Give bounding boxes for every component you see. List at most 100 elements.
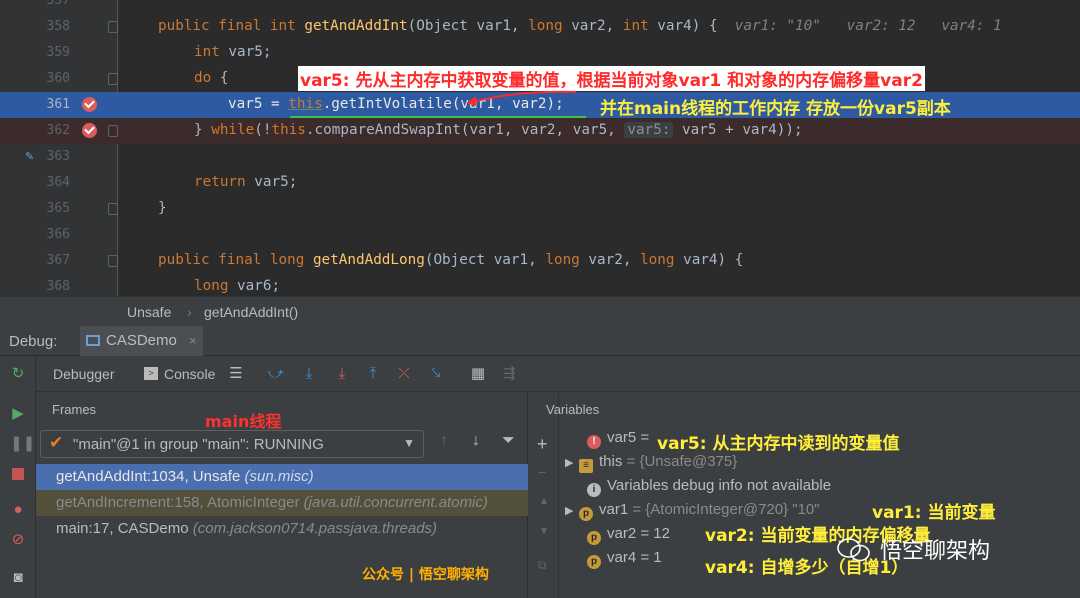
- code-text: public final int getAndAddInt(Object var…: [158, 18, 1002, 34]
- line-number: 367: [46, 253, 70, 268]
- chevron-down-icon: ▼: [403, 436, 415, 450]
- resume-icon[interactable]: ▶: [10, 406, 26, 422]
- annotation-var4: var4: 自增多少（自增1）: [705, 558, 909, 578]
- watermark: 悟空聊架构: [880, 538, 991, 563]
- fold-icon[interactable]: [108, 203, 118, 215]
- parameter-icon: p: [587, 531, 601, 545]
- arrow-down-icon[interactable]: ↓: [472, 432, 480, 450]
- fold-icon[interactable]: [108, 125, 118, 137]
- check-icon: ✔: [49, 433, 64, 452]
- frame-row[interactable]: main:17, CASDemo (com.jackson0714.passja…: [36, 516, 528, 542]
- code-text: do {: [194, 70, 229, 86]
- duplicate-icon[interactable]: ⧉: [538, 558, 547, 573]
- code-text: return var5;: [194, 174, 298, 190]
- filter-icon[interactable]: ⏷: [502, 432, 515, 450]
- annotation-working-copy: 并在main线程的工作内存 存放一份var5副本: [600, 99, 951, 119]
- thread-dropdown[interactable]: ✔ "main"@1 in group "main": RUNNING ▼: [40, 430, 424, 458]
- line-number: 364: [46, 175, 70, 190]
- code-text: long var6;: [194, 278, 281, 294]
- variable-var2[interactable]: p var2 = 12: [587, 522, 670, 546]
- code-line: 357: [0, 0, 1080, 14]
- debug-label: Debug:: [9, 333, 58, 350]
- fold-icon[interactable]: [108, 73, 118, 85]
- close-icon[interactable]: ×: [189, 333, 197, 348]
- code-text: public final long getAndAddLong(Object v…: [158, 252, 744, 268]
- code-line: 358 public final int getAndAddInt(Object…: [0, 14, 1080, 40]
- variables-toolbar: + − ▲ ▼ ⧉: [529, 392, 559, 598]
- pause-icon[interactable]: ❚❚: [10, 436, 35, 452]
- info-icon: i: [587, 483, 601, 497]
- code-line: 364 return var5;: [0, 170, 1080, 196]
- evaluate-expression-icon[interactable]: ▦: [468, 364, 488, 384]
- breakpoint-icon[interactable]: [82, 123, 97, 138]
- footer-annotation: 公众号 | 悟空聊架构: [362, 567, 489, 583]
- add-watch-icon[interactable]: +: [537, 434, 548, 455]
- line-number: 363: [46, 149, 70, 164]
- thread-label: "main"@1 in group "main": RUNNING: [73, 436, 324, 453]
- wechat-icon: [837, 538, 870, 562]
- remove-watch-icon[interactable]: −: [538, 464, 546, 480]
- breakpoint-line: 362 } while(!this.compareAndSwapInt(var1…: [0, 118, 1080, 144]
- line-number: 358: [46, 19, 70, 34]
- parameter-icon: p: [579, 507, 593, 521]
- variable-var1[interactable]: ▶ p var1 = {AtomicInteger@720} "10": [565, 498, 820, 522]
- code-line: 368 long var6;: [0, 274, 1080, 296]
- code-line: 363: [0, 144, 1080, 170]
- frame-row[interactable]: getAndAddInt:1034, Unsafe (sun.misc): [36, 464, 528, 490]
- line-number: 360: [46, 71, 70, 86]
- frames-title: Frames: [52, 402, 97, 417]
- tab-session[interactable]: CASDemo ×: [80, 326, 203, 356]
- annotation-var5-source: var5: 先从主内存中获取变量的值，根据当前对象var1 和对象的内存偏移量v…: [298, 66, 925, 91]
- rerun-icon[interactable]: ↻: [10, 366, 26, 382]
- move-up-icon[interactable]: ▲: [539, 496, 549, 507]
- underline-annotation: [290, 116, 586, 118]
- tab-console[interactable]: Console: [164, 366, 215, 382]
- parameter-hint: var5:: [624, 122, 674, 138]
- view-breakpoints-icon[interactable]: ●: [10, 502, 26, 518]
- breadcrumb-class[interactable]: Unsafe: [127, 304, 171, 320]
- stop-icon[interactable]: [10, 468, 26, 484]
- menu-icon[interactable]: ☰: [226, 364, 246, 384]
- expand-icon[interactable]: ▶: [565, 499, 579, 523]
- trace-icon[interactable]: ⇶: [499, 364, 519, 384]
- line-number: 366: [46, 227, 70, 242]
- annotation-main-thread: main线程: [205, 412, 282, 431]
- debug-left-toolbar: ↻ ▶ ❚❚ ● ⊘ ◙: [0, 356, 36, 598]
- annotation-arrow: [466, 90, 577, 106]
- show-execution-point-icon[interactable]: ⤻: [266, 364, 286, 384]
- arrow-up-icon[interactable]: ↑: [440, 432, 448, 450]
- drop-frame-icon[interactable]: ⤫: [394, 364, 414, 384]
- code-text: }: [158, 200, 167, 216]
- error-icon: !: [587, 435, 601, 449]
- tab-debugger[interactable]: Debugger: [53, 366, 115, 382]
- line-number: 365: [46, 201, 70, 216]
- console-icon: >: [144, 367, 158, 380]
- frame-row[interactable]: getAndIncrement:158, AtomicInteger (java…: [36, 490, 528, 516]
- expand-icon[interactable]: ▶: [565, 451, 579, 475]
- fold-icon[interactable]: [108, 21, 118, 33]
- move-down-icon[interactable]: ▼: [539, 526, 549, 537]
- variable-var5[interactable]: ! var5 =: [587, 426, 649, 450]
- step-over-icon[interactable]: ⤓: [299, 364, 319, 384]
- line-number: 361: [46, 97, 70, 112]
- code-line: 367 public final long getAndAddLong(Obje…: [0, 248, 1080, 274]
- breakpoint-icon[interactable]: [82, 97, 97, 112]
- camera-icon[interactable]: ◙: [10, 570, 26, 586]
- code-editor[interactable]: ✎ 357 358 public final int getAndAddInt(…: [0, 0, 1080, 296]
- breadcrumb-method[interactable]: getAndAddInt(): [204, 304, 298, 320]
- force-step-into-icon[interactable]: ⤓: [332, 364, 352, 384]
- fold-icon[interactable]: [108, 255, 118, 267]
- code-text: } while(!this.compareAndSwapInt(var1, va…: [194, 122, 803, 138]
- line-number: 362: [46, 123, 70, 138]
- code-text: int var5;: [194, 44, 272, 60]
- session-label: CASDemo: [106, 332, 177, 349]
- field-icon: ≡: [579, 459, 593, 473]
- variable-info: i Variables debug info not available: [587, 474, 831, 498]
- step-out-icon[interactable]: ⤒: [363, 364, 383, 384]
- annotation-var5: var5: 从主内存中读到的变量值: [657, 434, 900, 454]
- breadcrumb: Unsafe › getAndAddInt(): [0, 296, 1080, 326]
- code-line: 359 int var5;: [0, 40, 1080, 66]
- variable-var4[interactable]: p var4 = 1: [587, 546, 662, 570]
- run-to-cursor-icon[interactable]: ⤥: [426, 364, 446, 384]
- mute-breakpoints-icon[interactable]: ⊘: [10, 532, 26, 548]
